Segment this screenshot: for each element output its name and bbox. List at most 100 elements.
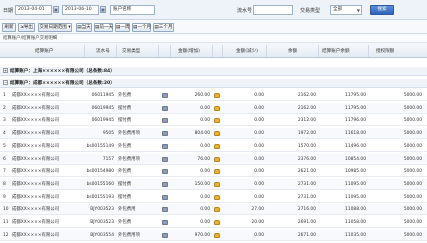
- cell-acct-bal: 10985.00: [345, 169, 366, 175]
- table-row[interactable]: 5 成都XX××××有限公司 bs00155149 外包费 0.00 0.00 1570.0…: [0, 141, 427, 152]
- column-header[interactable]: 结算账户余额: [322, 48, 350, 54]
- column-header[interactable]: 余额: [288, 48, 297, 54]
- document-icon[interactable]: [162, 207, 168, 213]
- table-row[interactable]: 10 成都XX××××有限公司 BJY003523 外包费用 0.00 27.00 2716…: [0, 204, 427, 216]
- serial-input[interactable]: [253, 5, 293, 15]
- cell-type: 外包费: [118, 93, 132, 98]
- expand-icon[interactable]: +: [3, 68, 8, 73]
- cell-idx: 11: [3, 220, 9, 225]
- cell-serial: 06019945: [91, 118, 114, 124]
- cell-acct-bal: 11496.00: [345, 143, 366, 149]
- cell-bal: 2621.00: [297, 169, 316, 175]
- document-icon[interactable]: [162, 143, 168, 149]
- column-header[interactable]: 金额(增加): [178, 48, 200, 54]
- cell-serial: bs00155193: [86, 194, 114, 200]
- table-row[interactable]: 1 成都XX××××有限公司 06011945 外包费 260.00 0.00 2162.0…: [0, 90, 427, 101]
- cell-inc: 970.00: [194, 232, 210, 238]
- column-header[interactable]: 交易类型: [122, 48, 140, 54]
- cell-limit: 5000.00: [403, 93, 422, 98]
- table-row[interactable]: 7 成都XX××××有限公司 bs00154980 外包费 0.00 0.00 2621.0…: [0, 166, 427, 178]
- column-header[interactable]: 授权限额: [376, 48, 394, 54]
- table-row[interactable]: 8 成都XX××××有限公司 bs00155160 摆付费 150.00 0.00 2731…: [0, 178, 427, 190]
- cell-type: 外包费: [118, 143, 132, 149]
- cell-idx: 12: [3, 232, 9, 238]
- cell-limit: 5000.00: [403, 105, 422, 111]
- cell-inc: 0.00: [200, 194, 210, 200]
- collapse-icon[interactable]: −: [3, 80, 8, 85]
- account-name-input[interactable]: 账户名称: [110, 5, 155, 15]
- table-row[interactable]: 6 成都XX××××有限公司 7157 外包费用项 76.00 0.00 2376.00 10…: [0, 153, 427, 165]
- calendar-icon[interactable]: ▦: [53, 6, 59, 13]
- column-header[interactable]: 结算账户: [35, 48, 53, 54]
- three-month-button[interactable]: ▤三个月: [153, 23, 174, 32]
- cell-account: 成都XX××××有限公司: [12, 118, 60, 124]
- search-toolbar: 日期 2013-04-01 ▦ 2013-06-10 ▦ 账户名称 流水号 交易…: [0, 0, 427, 20]
- search-button[interactable]: 搜索: [370, 5, 394, 15]
- cell-limit: 5000.00: [403, 143, 422, 149]
- folder-icon[interactable]: [214, 181, 220, 187]
- table-row[interactable]: 3 成都XX××××有限公司 06019945 摆付费 0.00 0.00 2312.00 1…: [0, 115, 427, 127]
- cell-inc: 0.00: [200, 143, 210, 149]
- last-day-button[interactable]: ▤前一天: [94, 23, 113, 32]
- document-icon[interactable]: [162, 169, 168, 175]
- cell-limit: 5000.00: [403, 220, 422, 225]
- calendar-icon[interactable]: ▦: [100, 6, 106, 13]
- table-row[interactable]: 11 成都XX××××有限公司 BJY003523 外包费 0.00 20.00 2691.…: [0, 217, 427, 228]
- cell-bal: 2162.00: [297, 105, 316, 111]
- folder-icon[interactable]: [214, 131, 220, 137]
- folder-icon[interactable]: [214, 194, 220, 200]
- table-row[interactable]: 4 成都XX××××有限公司 9505 外包费用项 804.00 0.00 1972.00 1…: [0, 128, 427, 140]
- cell-limit: 5000.00: [403, 181, 422, 187]
- document-icon[interactable]: [162, 181, 168, 187]
- document-icon[interactable]: [162, 232, 168, 238]
- document-icon[interactable]: [162, 131, 168, 137]
- document-icon[interactable]: [162, 105, 168, 111]
- cell-bal: 2691.00: [297, 220, 316, 225]
- cell-account: 成都XX××××有限公司: [12, 156, 60, 162]
- folder-icon[interactable]: [214, 118, 220, 124]
- folder-icon[interactable]: [214, 207, 220, 213]
- cell-dec: 20.00: [251, 220, 264, 225]
- grid-header: 结算账户 流水号 交易类型 金额(增加) 金额(减少) 余额 结算账户余额 授权…: [0, 44, 427, 58]
- table-row[interactable]: 12 成都XX××××有限公司 BJY003554 外包费用项 970.00 0.00 26…: [0, 229, 427, 241]
- cell-account: 成都XX××××有限公司: [12, 93, 60, 98]
- cell-account: 成都XX××××有限公司: [12, 194, 60, 200]
- cell-type: 外包费用项: [118, 156, 140, 162]
- document-icon[interactable]: [162, 93, 168, 98]
- today-button[interactable]: ▤当天: [76, 23, 92, 32]
- month-button[interactable]: ▤一个月: [132, 23, 151, 32]
- document-icon[interactable]: [162, 220, 168, 225]
- folder-icon[interactable]: [214, 232, 220, 238]
- table-row[interactable]: 9 成都XX××××有限公司 bs00155193 摆付费 0.00 0.00 2731.0…: [0, 192, 427, 203]
- document-icon[interactable]: [162, 156, 168, 162]
- folder-icon[interactable]: [214, 105, 220, 111]
- column-header[interactable]: 流水号: [96, 48, 110, 54]
- group-row[interactable]: + 结算账户：上海××××××有限公司（总条数:84）: [0, 67, 427, 76]
- folder-icon[interactable]: [214, 143, 220, 149]
- cell-acct-bal: 11058.00: [345, 220, 366, 225]
- cell-serial: 7157: [102, 156, 114, 162]
- cell-serial: bs00154980: [86, 169, 114, 175]
- date-from-input[interactable]: 2013-04-01: [15, 5, 52, 15]
- folder-icon[interactable]: [214, 169, 220, 175]
- trade-type-value: 全部: [333, 7, 343, 12]
- folder-icon[interactable]: [214, 93, 220, 98]
- cell-dec: 27.00: [251, 207, 264, 213]
- table-row[interactable]: 2 成都XX××××有限公司 06019945 摆付费 0.00 0.00 2162.00 1…: [0, 102, 427, 114]
- cell-serial: BJY003523: [90, 207, 114, 213]
- export-button[interactable]: ⇲导出: [18, 23, 35, 32]
- group-row[interactable]: − 结算账户：成都××××××有限公司（总条数:20）: [0, 79, 427, 88]
- column-header[interactable]: 金额(减少): [236, 48, 258, 54]
- date-range-button[interactable]: 交易日期范围 ▾: [38, 23, 72, 32]
- document-icon[interactable]: [162, 118, 168, 124]
- refresh-button[interactable]: 刷新: [2, 23, 16, 32]
- trade-type-select[interactable]: 全部 ▼: [330, 5, 362, 15]
- folder-icon[interactable]: [214, 156, 220, 162]
- breadcrumb: 结算账户/结算账户交易明细: [0, 35, 427, 43]
- cell-bal: 1972.00: [297, 131, 316, 137]
- date-to-input[interactable]: 2013-06-10: [62, 5, 99, 15]
- folder-icon[interactable]: [214, 220, 220, 225]
- week-button[interactable]: ▤一周: [115, 23, 130, 32]
- document-icon[interactable]: [162, 194, 168, 200]
- cell-dec: 0.00: [254, 93, 264, 98]
